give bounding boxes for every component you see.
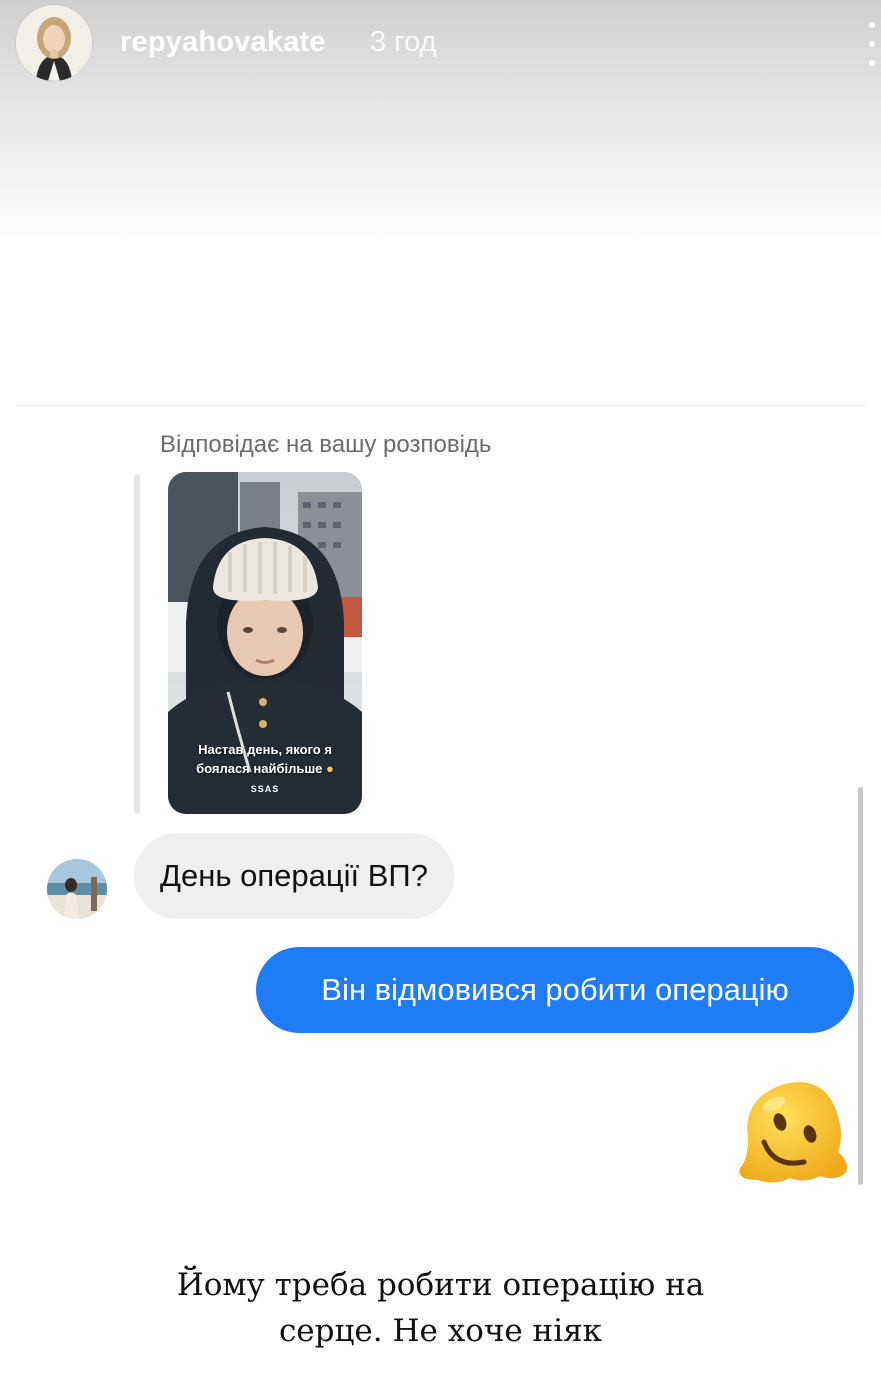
story-caption-line: Настав день, якого я [198,742,332,757]
more-dot [869,60,875,66]
story-text-line: серце. Не хоче ніяк [278,1313,603,1349]
story-caption: Настав день, якого я боялася найбільше ● [168,740,362,778]
more-dot [869,41,875,47]
more-dot [869,22,875,28]
melting-face-icon[interactable] [734,1076,852,1186]
screenshot-divider [16,405,866,406]
reply-quote-bar [134,474,140,814]
incoming-message-bubble[interactable]: День операції ВП? [134,833,454,919]
sender-photo-icon [47,859,107,919]
reply-context-label: Відповідає на вашу розповідь [160,431,492,458]
sender-avatar[interactable] [47,859,107,919]
story-username[interactable]: repyahovakate [120,26,326,59]
replied-story-thumbnail[interactable]: Настав день, якого я боялася найбільше ●… [168,472,362,814]
story-text-line: Йому треба робити операцію на [176,1267,705,1303]
profile-photo-icon [16,5,92,81]
outgoing-message-bubble[interactable]: Він відмовився робити операцію [256,947,854,1033]
story-overlay-text: Йому треба робити операцію на серце. Не … [0,1262,881,1354]
profile-avatar[interactable] [16,5,92,81]
story-caption-tag: SSAS [250,784,280,794]
scrollbar[interactable] [858,787,863,1185]
melting-face-emoji [739,1082,847,1183]
story-timestamp: 3 год [370,26,437,58]
more-options-icon[interactable] [866,22,878,66]
sad-face-icon: ● [326,761,334,776]
story-caption-line: боялася найбільше [196,761,323,776]
